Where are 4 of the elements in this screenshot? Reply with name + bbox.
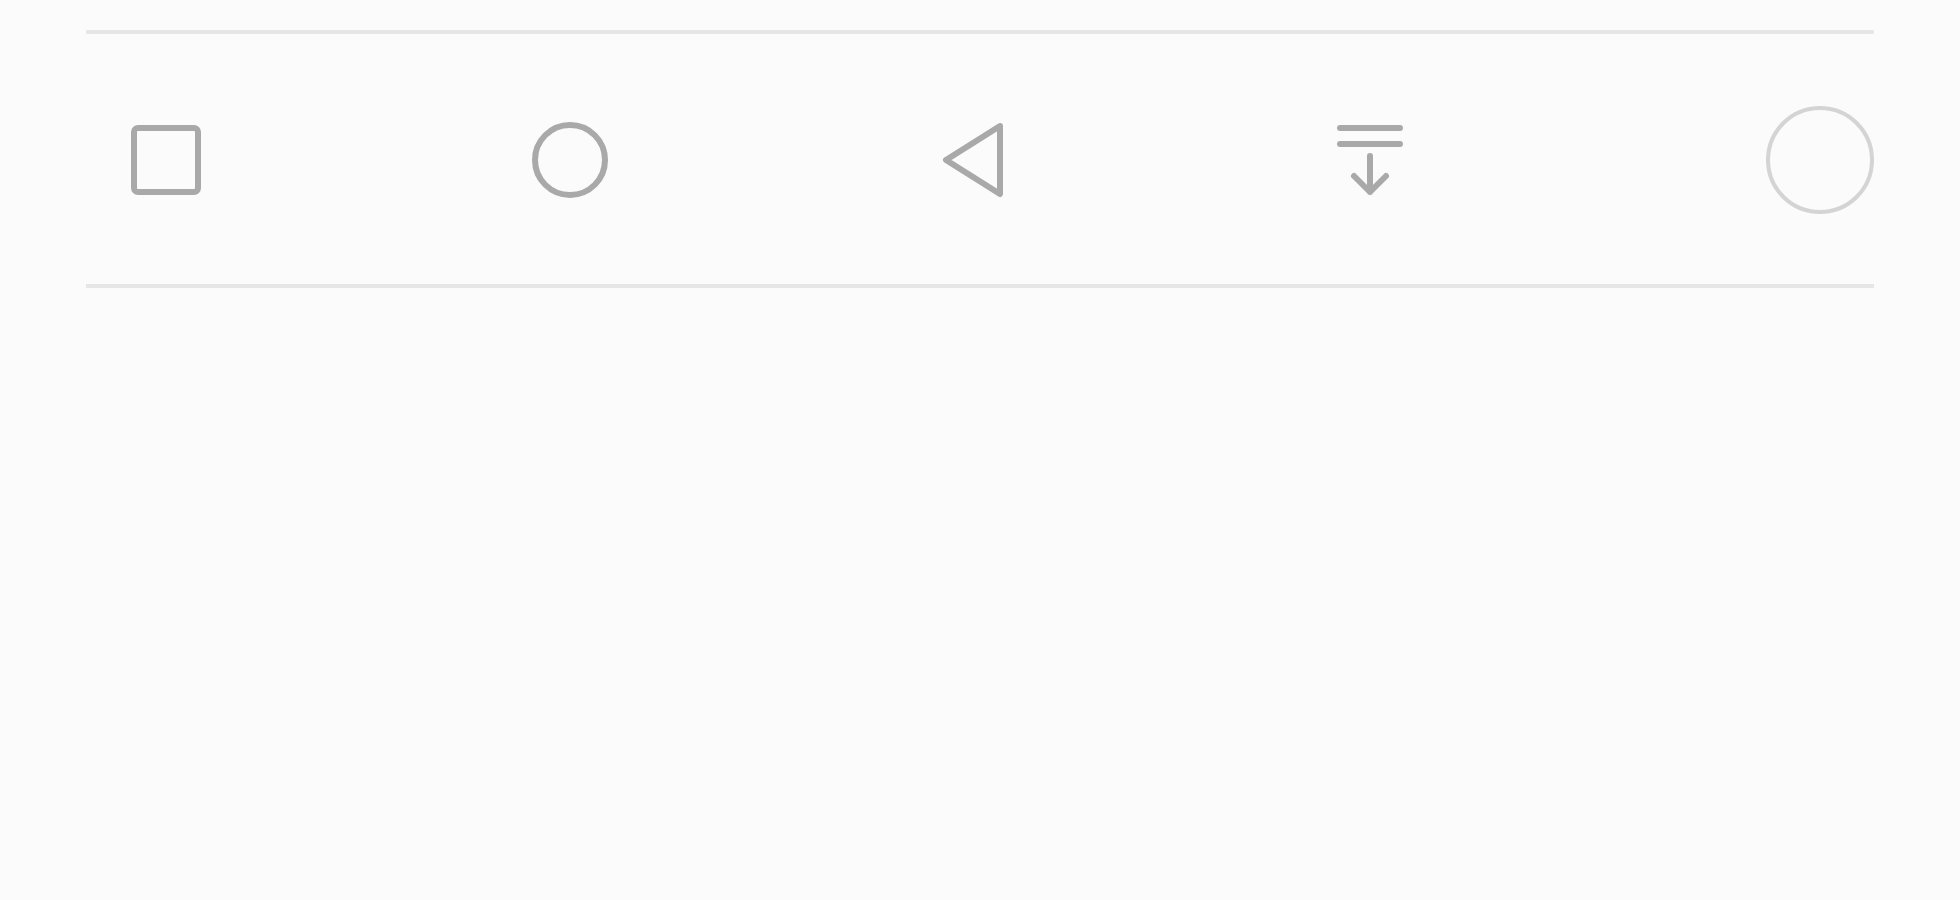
square-icon	[130, 123, 202, 195]
pull-down-icon	[1336, 121, 1404, 197]
circle-icon	[530, 119, 610, 199]
radio-button[interactable]	[1766, 105, 1874, 213]
